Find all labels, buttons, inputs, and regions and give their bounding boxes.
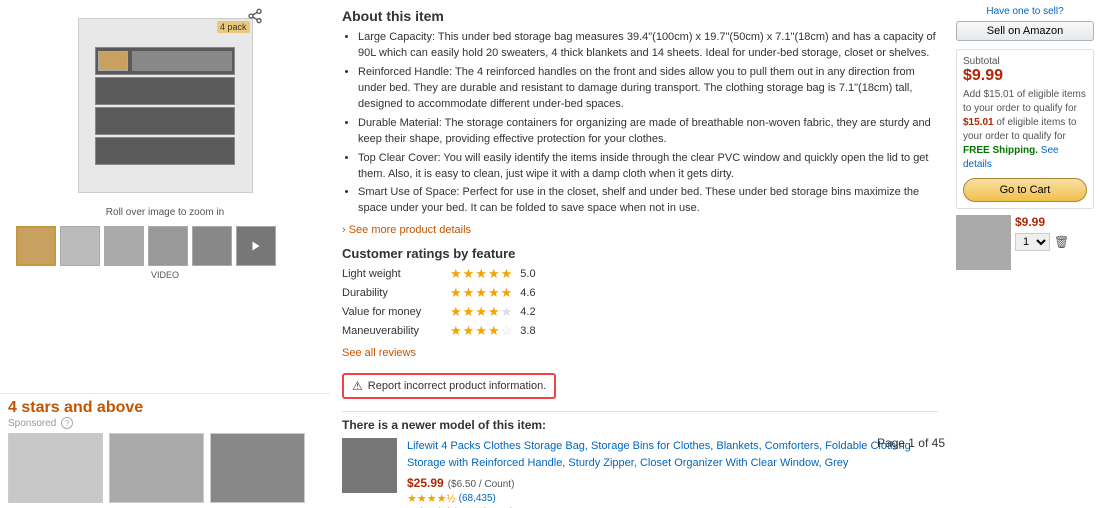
rating-row-maneuverability: Maneuverability ★ ★ ★ ★ ☆ 3.8 [342,323,938,339]
sponsored-info-icon[interactable]: ? [61,417,73,429]
newer-model-price-per: ($6.50 / Count) [448,479,515,490]
thumbnail-2[interactable] [60,226,100,266]
rating-label-lightweight: Light weight [342,268,442,280]
thumbnail-row [8,222,322,270]
thumbnail-4[interactable] [148,226,188,266]
newer-model-link[interactable]: Lifewit 4 Packs Clothes Storage Bag, Sto… [407,440,911,468]
stars-durability: ★ ★ ★ ★ ★ [450,285,512,301]
newer-model-image [342,438,397,493]
price-diff: $15.01 [963,117,996,128]
thumbnail-6[interactable] [236,226,276,266]
ratings-title: Customer ratings by feature [342,246,938,261]
about-title: About this item [342,8,938,24]
sponsored-product-2[interactable] [109,433,204,503]
free-shipping-text: FREE Shipping. [963,145,1038,156]
thumbnail-3[interactable] [104,226,144,266]
see-more-link[interactable]: › See more product details [342,224,471,236]
report-icon: ⚠ [352,379,363,393]
newer-model-review-count[interactable]: (68,435) [459,493,496,504]
sponsored-products-row [8,433,322,503]
divider [342,411,938,412]
stars-value: ★ ★ ★ ★ ★ [450,304,512,320]
thumbnail-5[interactable] [192,226,232,266]
rating-row-value: Value for money ★ ★ ★ ★ ★ 4.2 [342,304,938,320]
newer-model-title: There is a newer model of this item: [342,418,938,432]
delete-icon[interactable]: 🗑 [1054,235,1069,249]
sell-on-amazon-button[interactable]: Sell on Amazon [956,21,1094,41]
cart-preview-image [956,215,1011,270]
see-all-reviews-link[interactable]: See all reviews [342,347,416,359]
sponsored-label: Sponsored ? [8,417,322,429]
report-box[interactable]: ⚠ Report incorrect product information. [342,373,556,399]
ratings-section: Customer ratings by feature Light weight… [342,246,938,359]
add-info: Add $15.01 of eligible items to your ord… [963,88,1087,172]
sponsored-product-1[interactable] [8,433,103,503]
about-bullets: Large Capacity: This under bed storage b… [342,30,938,217]
page-indicator: Page 1 of 45 [877,436,945,450]
rating-row-durability: Durability ★ ★ ★ ★ ★ 4.6 [342,285,938,301]
sponsored-product-3[interactable] [210,433,305,503]
subtotal-section: Subtotal $9.99 Add $15.01 of eligible it… [956,49,1094,209]
report-text: Report incorrect product information. [368,380,547,392]
bullet-2: Reinforced Handle: The 4 reinforced hand… [358,65,938,113]
rating-label-durability: Durability [342,287,442,299]
pack-badge: 4 pack [217,21,250,33]
newer-model-stars: ★★★★½ (68,435) [407,492,938,505]
bullet-3: Durable Material: The storage containers… [358,116,938,148]
video-label: VIDEO [8,270,322,280]
rating-value-value: 4.2 [520,306,535,318]
newer-model-section: There is a newer model of this item: Lif… [342,418,938,508]
rating-label-value: Value for money [342,306,442,318]
share-icon[interactable] [247,8,263,27]
bullet-1: Large Capacity: This under bed storage b… [358,30,938,62]
quantity-row: 1 2 3 🗑 [1015,233,1069,251]
stars-lightweight: ★ ★ ★ ★ ★ [450,266,512,282]
newer-model-info: Lifewit 4 Packs Clothes Storage Bag, Sto… [407,438,938,508]
rating-value-maneuverability: 3.8 [520,325,535,337]
bullet-5: Smart Use of Space: Perfect for use in t… [358,185,938,217]
rating-value-durability: 4.6 [520,287,535,299]
rating-value-lightweight: 5.0 [520,268,535,280]
subtotal-label: Subtotal [963,56,1087,67]
cart-item-preview: $9.99 1 2 3 🗑 [956,215,1094,270]
thumbnail-1[interactable] [16,226,56,266]
cart-item-price: $9.99 [1015,215,1069,229]
have-one-link[interactable]: Have one to sell? [956,6,1094,17]
bullet-4: Top Clear Cover: You will easily identif… [358,151,938,183]
newer-model-price: $25.99 [407,476,444,490]
go-to-cart-button[interactable]: Go to Cart [963,178,1087,202]
newer-model-content: Lifewit 4 Packs Clothes Storage Bag, Sto… [342,438,938,508]
quantity-select[interactable]: 1 2 3 [1015,233,1050,251]
four-stars-title: 4 stars and above [8,399,322,417]
stars-maneuverability: ★ ★ ★ ★ ☆ [450,323,512,339]
rating-row-lightweight: Light weight ★ ★ ★ ★ ★ 5.0 [342,266,938,282]
subtotal-price: $9.99 [963,67,1087,85]
rating-label-maneuverability: Maneuverability [342,325,442,337]
roll-over-text: Roll over image to zoom in [8,207,322,218]
